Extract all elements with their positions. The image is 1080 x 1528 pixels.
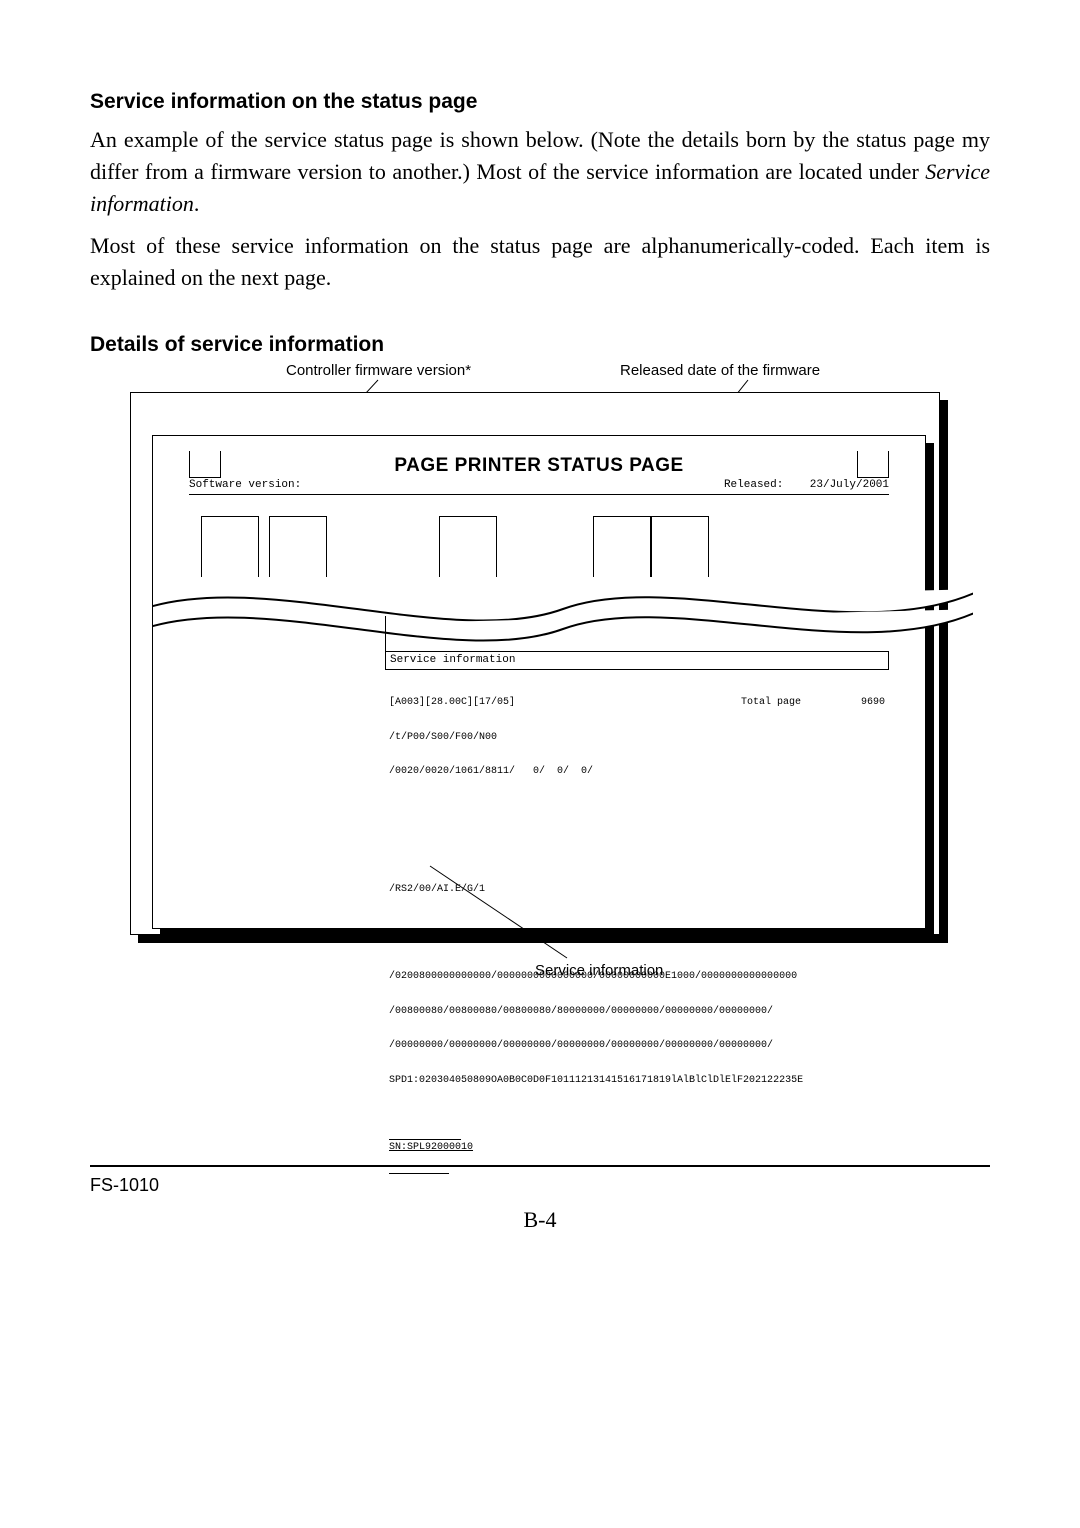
software-version-label: Software version:	[189, 479, 301, 493]
outer-page-frame: PAGE PRINTER STATUS PAGE Software versio…	[130, 392, 940, 935]
total-page-label: Total page	[741, 697, 801, 709]
callout-service-info: Service information	[535, 962, 663, 979]
intro-text-c: .	[194, 191, 200, 216]
service-info-header: Service information	[385, 651, 889, 670]
footer-page-number: B-4	[0, 1207, 1080, 1233]
service-panel-connector	[385, 616, 386, 652]
intro-paragraph-1: An example of the service status page is…	[90, 124, 990, 220]
svc-line3: /0020/0020/1061/8811/ 0/ 0/ 0/	[389, 766, 885, 778]
footer-rule	[90, 1165, 990, 1167]
svc-line1: [A003][28.00C][17/05]	[389, 697, 515, 709]
header-corner-left	[189, 451, 221, 478]
total-page-value: 9690	[861, 697, 885, 709]
section-heading-service-info: Service information on the status page	[90, 90, 990, 114]
header-corner-right	[857, 451, 889, 478]
svc-hex3: /00000000/00000000/00000000/00000000/000…	[389, 1040, 885, 1052]
svc-hex4: SPD1:020304050809OA0B0C0D0F1011121314151…	[389, 1075, 885, 1087]
svc-line2: /t/P00/S00/F00/N00	[389, 732, 885, 744]
option-slot-1	[201, 516, 259, 577]
status-header: PAGE PRINTER STATUS PAGE Software versio…	[189, 451, 889, 509]
option-slot-3	[439, 516, 497, 577]
svc-rs-line: /RS2/00/AI.E/G/1	[389, 884, 885, 896]
released-label: Released:	[724, 479, 783, 491]
service-info-panel: Service information [A003][28.00C][17/05…	[385, 651, 889, 878]
intro-paragraph-2: Most of these service information on the…	[90, 230, 990, 294]
header-underline	[189, 494, 889, 495]
option-slot-5	[651, 516, 709, 577]
status-page-diagram: Controller firmware version* Released da…	[130, 362, 952, 985]
footer-model: FS-1010	[90, 1175, 159, 1196]
svc-sn: SN:SPL92000010	[389, 1142, 885, 1154]
released-value: 23/July/2001	[810, 479, 889, 491]
callout-release-date: Released date of the firmware	[620, 362, 820, 379]
option-slot-2	[269, 516, 327, 577]
wave-cut	[153, 579, 973, 644]
svc-hex2: /00800080/00800080/00800080/80000000/000…	[389, 1006, 885, 1018]
inner-page-frame: PAGE PRINTER STATUS PAGE Software versio…	[152, 435, 926, 929]
page-title: PAGE PRINTER STATUS PAGE	[394, 455, 683, 477]
callout-firmware-version: Controller firmware version*	[286, 362, 471, 379]
section-heading-details: Details of service information	[90, 333, 990, 357]
option-slot-4	[593, 516, 651, 577]
intro-text-a: An example of the service status page is…	[90, 127, 990, 184]
